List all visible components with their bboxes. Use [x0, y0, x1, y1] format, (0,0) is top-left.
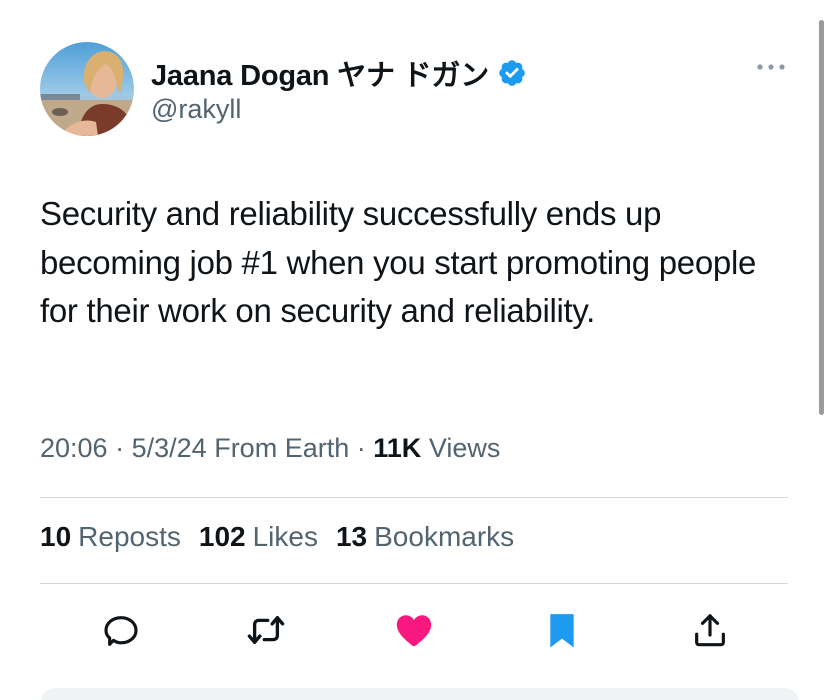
bookmark-icon[interactable]: [538, 606, 586, 654]
views-count[interactable]: 11K: [373, 433, 421, 463]
views-label: Views: [428, 433, 501, 463]
scrollbar[interactable]: [819, 20, 824, 415]
like-icon[interactable]: [390, 606, 438, 654]
bookmarks-label: Bookmarks: [374, 521, 515, 552]
meta-separator: ·: [115, 433, 125, 463]
more-options-icon[interactable]: [753, 52, 789, 82]
author-display-name[interactable]: Jaana Dogan ヤナ ドガン: [151, 52, 489, 94]
author-handle[interactable]: @rakyll: [151, 94, 241, 125]
likes-count: 102: [198, 521, 246, 552]
action-bar: [0, 606, 828, 654]
tweet-text: Security and reliability successfully en…: [40, 195, 757, 329]
reposts-count: 10: [40, 521, 72, 552]
bookmarks-count: 13: [335, 521, 368, 552]
reply-composer-edge: [40, 688, 800, 700]
engagement-stats: 10 Reposts 102 Likes 13 Bookmarks: [40, 521, 532, 553]
likes-label: Likes: [252, 521, 318, 552]
repost-icon[interactable]: [242, 606, 290, 654]
tweet-time[interactable]: 20:06: [40, 433, 108, 463]
tweet-detail-view: Jaana Dogan ヤナ ドガン @rakyll Security and …: [0, 0, 828, 700]
reply-icon[interactable]: [97, 606, 145, 654]
divider: [40, 583, 788, 584]
bookmarks-stat[interactable]: 13 Bookmarks: [336, 521, 514, 553]
tweet-source: From Earth: [214, 433, 350, 463]
author-name-line: Jaana Dogan ヤナ ドガン: [151, 52, 527, 94]
reposts-label: Reposts: [78, 521, 181, 552]
share-icon[interactable]: [686, 606, 734, 654]
meta-separator: ·: [356, 433, 366, 463]
tweet-date[interactable]: 5/3/24: [132, 433, 207, 463]
reposts-stat[interactable]: 10 Reposts: [40, 521, 181, 553]
verified-badge-icon[interactable]: [497, 58, 527, 88]
tweet-metadata: 20:06 · 5/3/24 From Earth · 11K Views: [40, 433, 500, 464]
divider: [40, 497, 788, 498]
tweet-header: Jaana Dogan ヤナ ドガン @rakyll: [40, 42, 790, 136]
avatar[interactable]: [40, 42, 134, 136]
likes-stat[interactable]: 102 Likes: [199, 521, 318, 553]
